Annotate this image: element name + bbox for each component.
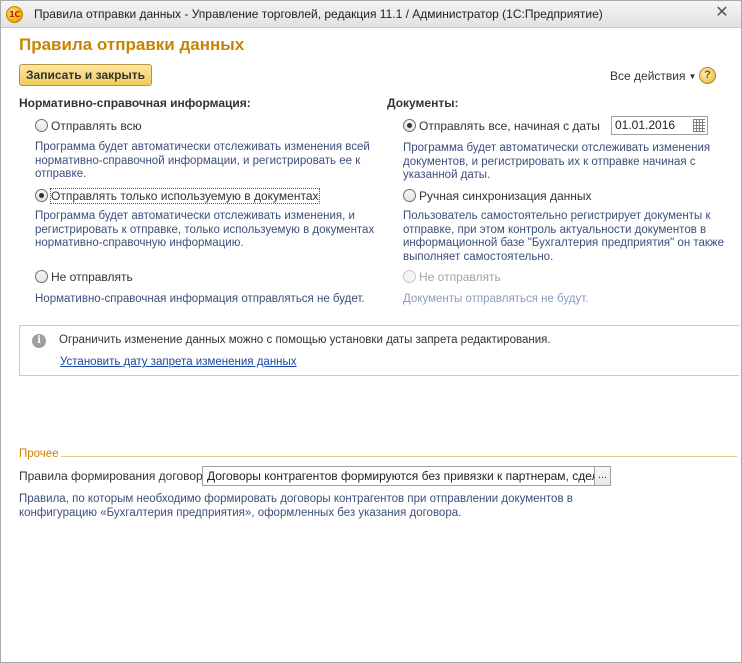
nsi-send-used-description: Программа будет автоматически отслеживат… xyxy=(35,210,375,249)
all-actions-label: Все действия xyxy=(610,69,686,83)
window: 1С Правила отправки данных - Управление … xyxy=(0,0,742,663)
radio-icon xyxy=(35,119,48,132)
window-title: Правила отправки данных - Управление тор… xyxy=(34,7,603,21)
radio-nsi-do-not-send[interactable]: Не отправлять xyxy=(35,270,133,284)
radio-nsi-send-used[interactable]: Отправлять только используемую в докумен… xyxy=(35,188,320,204)
title-bar: 1С Правила отправки данных - Управление … xyxy=(1,1,741,28)
contracts-rules-description: Правила, по которым необходимо формирова… xyxy=(19,493,573,519)
radio-label: Отправлять только используемую в докумен… xyxy=(50,188,320,204)
radio-docs-manual-sync[interactable]: Ручная синхронизация данных xyxy=(403,189,592,203)
nsi-do-not-send-description: Нормативно-справочная информация отправл… xyxy=(35,293,365,305)
radio-icon xyxy=(403,270,416,283)
docs-do-not-send-description: Документы отправляться не будут. xyxy=(403,293,589,305)
radio-checked-icon xyxy=(403,119,416,132)
contracts-rules-field[interactable]: Договоры контрагентов формируются без пр… xyxy=(202,466,596,486)
start-date-value: 01.01.2016 xyxy=(615,118,676,132)
radio-checked-icon xyxy=(35,189,48,202)
set-edit-lock-date-link[interactable]: Установить дату запрета изменения данных xyxy=(60,356,297,368)
page-title: Правила отправки данных xyxy=(19,35,245,54)
radio-label: Ручная синхронизация данных xyxy=(419,189,592,203)
nsi-send-all-description: Программа будет автоматически отслеживат… xyxy=(35,141,370,180)
docs-heading: Документы: xyxy=(387,96,459,110)
calendar-icon[interactable] xyxy=(693,119,705,132)
start-date-field[interactable]: 01.01.2016 xyxy=(611,116,708,135)
radio-icon xyxy=(403,189,416,202)
save-and-close-button[interactable]: Записать и закрыть xyxy=(19,64,152,86)
other-group-title: Прочее xyxy=(19,448,59,460)
contracts-rules-select-button[interactable]: ... xyxy=(594,466,611,486)
dropdown-arrow-icon: ▼ xyxy=(688,72,697,81)
help-icon[interactable]: ? xyxy=(699,67,716,84)
all-actions-menu[interactable]: Все действия ▼ xyxy=(610,69,696,83)
docs-send-from-date-description: Программа будет автоматически отслеживат… xyxy=(403,142,711,181)
radio-label: Не отправлять xyxy=(51,270,133,284)
docs-manual-sync-description: Пользователь самостоятельно регистрирует… xyxy=(403,210,725,263)
info-panel: i Ограничить изменение данных можно с по… xyxy=(19,325,739,376)
radio-label: Отправлять всю xyxy=(51,119,142,133)
group-divider xyxy=(61,456,737,457)
contracts-rules-label: Правила формирования договоров: xyxy=(19,469,220,483)
info-text: Ограничить изменение данных можно с помо… xyxy=(59,334,551,346)
radio-label: Не отправлять xyxy=(419,270,501,284)
radio-icon xyxy=(35,270,48,283)
nsi-heading: Нормативно-справочная информация: xyxy=(19,96,251,110)
radio-docs-do-not-send: Не отправлять xyxy=(403,270,501,284)
radio-nsi-send-all[interactable]: Отправлять всю xyxy=(35,119,142,133)
close-icon[interactable]: ✕ xyxy=(713,4,731,22)
info-icon: i xyxy=(32,334,46,348)
radio-label: Отправлять все, начиная с даты xyxy=(419,119,600,133)
app-logo-icon: 1С xyxy=(6,6,23,23)
radio-docs-send-from-date[interactable]: Отправлять все, начиная с даты xyxy=(403,119,600,133)
